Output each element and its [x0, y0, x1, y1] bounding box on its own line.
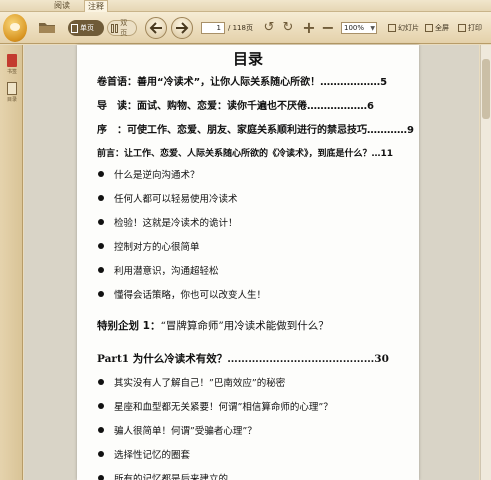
list-item: 其实没有人了解自己！”巴南效应”的秘密 — [97, 375, 415, 389]
list-item: 所有的记忆都是后来建立的 — [97, 471, 415, 480]
list-item: 懂得会话策略，你也可以改变人生！ — [97, 287, 415, 301]
toc-entry[interactable]: 前言：让工作、恋爱、人际关系随心所欲的《冷读术》，到底是什么？…11 — [97, 146, 415, 159]
scrollbar-thumb[interactable] — [482, 59, 490, 119]
bullet-icon — [98, 243, 104, 249]
list-item: 星座和血型都无关紧要！何谓”相信算命师的心理”？ — [97, 399, 415, 413]
bullet-icon — [98, 219, 104, 225]
arrow-right-icon — [176, 22, 189, 34]
table-of-contents-icon — [7, 82, 17, 95]
sidebar: 书签 目录 — [0, 45, 23, 480]
document-page: 目录 卷首语：善用“冷读术”，让你人际关系随心所欲！………………5 导 读：面试… — [77, 45, 419, 480]
page-number-input[interactable]: 1 — [201, 22, 225, 34]
app-logo-icon[interactable] — [3, 14, 27, 42]
printer-icon — [458, 24, 466, 32]
page-total: / 118页 — [228, 24, 253, 32]
zoom-out-icon[interactable]: − — [321, 20, 335, 36]
toc-entry[interactable]: 导 读：面试、购物、恋爱：读你千遍也不厌倦………………6 — [97, 97, 415, 112]
part-heading[interactable]: Part1 为什么冷读术有效？……………………………………30 — [97, 351, 415, 366]
tab-strip: 阅读 注释 — [0, 0, 491, 12]
bullet-icon — [98, 291, 104, 297]
single-page-icon — [71, 23, 78, 33]
list-item: 控制对方的心很简单 — [97, 239, 415, 253]
previous-page-button[interactable] — [145, 17, 167, 39]
arrow-left-icon — [149, 22, 162, 34]
page-title: 目录 — [232, 50, 263, 68]
next-page-button[interactable] — [171, 17, 193, 39]
toolbar: 单页 双页 1 / 118页 ↺ ↻ + − 100% ▼ 幻灯片 全屏 打印 — [0, 12, 491, 44]
tab-annotate[interactable]: 注释 — [84, 0, 108, 12]
bookmark-icon — [7, 54, 17, 67]
rotate-left-icon[interactable]: ↺ — [262, 21, 276, 35]
slideshow-icon — [388, 24, 396, 32]
slideshow-button[interactable]: 幻灯片 — [388, 22, 419, 34]
zoom-in-icon[interactable]: + — [302, 20, 316, 36]
list-item: 骗人很简单！何谓”受骗者心理”？ — [97, 423, 415, 437]
chevron-down-icon: ▼ — [370, 25, 375, 32]
tab-read[interactable]: 阅读 — [50, 0, 74, 12]
single-page-button[interactable]: 单页 — [68, 20, 104, 36]
toc-entry[interactable]: 卷首语：善用“冷读术”，让你人际关系随心所欲！………………5 — [97, 73, 415, 88]
bullet-icon — [98, 451, 104, 457]
list-item: 选择性记忆的圈套 — [97, 447, 415, 461]
sidebar-item-toc[interactable]: 目录 — [2, 82, 22, 103]
double-page-button[interactable]: 双页 — [107, 19, 137, 37]
fullscreen-button[interactable]: 全屏 — [425, 22, 449, 34]
list-item: 任何人都可以轻易使用冷读术 — [97, 191, 415, 205]
sidebar-item-bookmarks[interactable]: 书签 — [2, 54, 22, 75]
double-page-icon — [111, 23, 119, 33]
bullet-icon — [98, 475, 104, 480]
bullet-icon — [98, 403, 104, 409]
bullet-icon — [98, 427, 104, 433]
toc-entry[interactable]: 序 ：可使工作、恋爱、朋友、家庭关系顺利进行的禁忌技巧…………9 — [97, 121, 415, 136]
bullet-icon — [98, 379, 104, 385]
print-button[interactable]: 打印 — [458, 22, 482, 34]
bullet-icon — [98, 171, 104, 177]
special-feature-heading: 特别企划 1：“冒牌算命师”用冷读术能做到什么？ — [97, 320, 329, 332]
zoom-select[interactable]: 100% ▼ — [341, 22, 377, 34]
document-viewport: 目录 卷首语：善用“冷读术”，让你人际关系随心所欲！………………5 导 读：面试… — [24, 45, 479, 480]
list-item: 什么是逆向沟通术？ — [97, 167, 415, 181]
vertical-scrollbar[interactable] — [480, 45, 491, 480]
list-item: 检验！这就是冷读术的诡计！ — [97, 215, 415, 229]
fullscreen-icon — [425, 24, 433, 32]
bullet-icon — [98, 267, 104, 273]
bullet-icon — [98, 195, 104, 201]
list-item: 利用潜意识，沟通超轻松 — [97, 263, 415, 277]
open-folder-icon[interactable] — [38, 20, 56, 34]
rotate-right-icon[interactable]: ↻ — [281, 21, 295, 35]
